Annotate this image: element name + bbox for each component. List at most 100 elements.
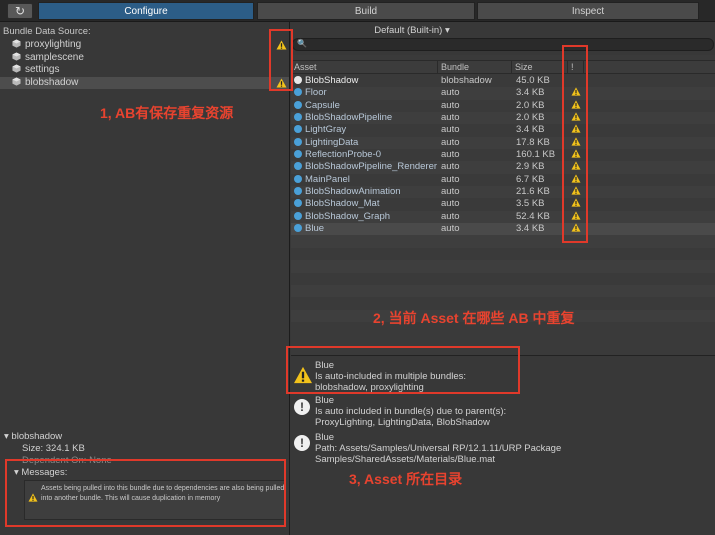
asset-cell: Blue — [294, 223, 438, 235]
info-icon: ! — [294, 399, 310, 415]
asset-type-icon — [294, 113, 302, 122]
bundle-cell: auto — [441, 112, 460, 124]
asset-type-icon — [294, 199, 302, 208]
bundle-name: settings — [25, 64, 60, 75]
bundle-name: proxylighting — [25, 39, 82, 50]
asset-type-icon — [294, 162, 302, 171]
table-row[interactable]: LightGray auto 3.4 KB — [291, 124, 715, 136]
dropdown-arrow-icon: ▾ — [444, 25, 450, 36]
empty-row — [291, 235, 715, 248]
table-row[interactable]: Floor auto 3.4 KB — [291, 87, 715, 100]
table-row[interactable]: Blue auto 3.4 KB — [291, 223, 715, 236]
empty-row — [291, 273, 715, 285]
asset-name: BlobShadowAnimation — [305, 186, 401, 198]
empty-row — [291, 284, 715, 298]
table-row[interactable]: BlobShadow blobshadow 45.0 KB — [291, 75, 715, 87]
message-asset-name: Blue — [315, 395, 335, 406]
asset-name: MainPanel — [305, 173, 350, 185]
table-row[interactable]: LightingData auto 17.8 KB — [291, 136, 715, 150]
bundle-cell: auto — [441, 87, 460, 99]
bundle-name: blobshadow — [25, 76, 79, 88]
bundle-cell: auto — [441, 186, 460, 198]
search-icon: 🔍 — [297, 39, 307, 48]
bundle-cube-icon — [12, 39, 21, 48]
asset-cell: LightGray — [294, 124, 438, 136]
annotation-box-asset-warnings — [562, 45, 588, 243]
tab-build[interactable]: Build — [257, 2, 475, 20]
tab-configure[interactable]: Configure — [38, 2, 254, 20]
message-asset-name: Blue — [315, 432, 335, 443]
empty-row — [291, 248, 715, 260]
message-path-line2: Samples/SharedAssets/Materials/Blue.mat — [315, 454, 496, 465]
message-text: Is auto included in bundle(s) due to par… — [315, 406, 507, 417]
search-input[interactable]: 🔍 — [292, 38, 714, 51]
asset-type-icon — [294, 150, 302, 159]
bundle-detail-name: blobshadow — [11, 431, 63, 442]
table-row[interactable]: MainPanel auto 6.7 KB — [291, 174, 715, 186]
table-row[interactable]: BlobShadowAnimation auto 21.6 KB — [291, 186, 715, 199]
asset-name: BlobShadow_Mat — [305, 198, 380, 210]
asset-type-icon — [294, 88, 302, 97]
message-parents-list: ProxyLighting, LightingData, BlobShadow — [315, 417, 490, 428]
bundle-list: proxylighting samplescene settings blobs… — [0, 39, 289, 89]
asset-cell: BlobShadow_Mat — [294, 198, 438, 210]
bundle-cell: auto — [441, 149, 460, 161]
asset-cell: Floor — [294, 87, 438, 99]
asset-name: LightingData — [305, 136, 359, 148]
asset-cell: Capsule — [294, 100, 438, 112]
asset-cell: BlobShadow_Graph — [294, 211, 438, 223]
asset-cell: BlobShadowAnimation — [294, 186, 438, 198]
bundle-cell: auto — [441, 136, 460, 148]
column-header-size[interactable]: Size — [512, 61, 568, 74]
asset-name: Capsule — [305, 99, 340, 111]
asset-pane: Default (Built-in) ▾ 🔍 Asset Bundle Size… — [291, 22, 715, 535]
bundle-size-label: Size: 324.1 KB — [22, 443, 85, 454]
tab-inspect[interactable]: Inspect — [477, 2, 699, 20]
asset-name: Blue — [305, 223, 325, 235]
table-header: Asset Bundle Size ! — [291, 60, 715, 74]
asset-type-icon — [294, 76, 302, 84]
annotation-label-2: 2, 当前 Asset 在哪些 AB 中重复 — [373, 310, 575, 326]
asset-type-icon — [294, 211, 302, 220]
asset-type-icon — [294, 137, 302, 146]
annotation-box-duplicate-message — [286, 346, 520, 394]
refresh-button[interactable]: ↻ — [7, 3, 33, 19]
bundle-item-proxylighting[interactable]: proxylighting — [0, 39, 289, 52]
table-row[interactable]: BlobShadowPipeline_Renderer auto 2.9 KB — [291, 161, 715, 174]
bundle-cell: auto — [441, 99, 460, 111]
bundle-item-blobshadow[interactable]: blobshadow — [0, 76, 289, 89]
asset-type-icon — [294, 100, 302, 109]
table-row[interactable]: BlobShadowPipeline auto 2.0 KB — [291, 112, 715, 125]
asset-type-icon — [294, 174, 302, 183]
bundle-cell: auto — [441, 124, 460, 136]
asset-type-icon — [294, 224, 302, 233]
asset-cell: BlobShadowPipeline — [294, 112, 438, 124]
bundle-cell: blobshadow — [441, 75, 492, 86]
bundle-cube-icon — [12, 64, 21, 73]
toolbar: ↻ Configure Build Inspect — [0, 0, 715, 22]
data-source-dropdown[interactable]: Default (Built-in) ▾ — [371, 25, 453, 36]
column-header-asset[interactable]: Asset — [291, 61, 438, 74]
annotation-box-bundle-warnings — [269, 29, 293, 91]
bundle-item-samplescene[interactable]: samplescene — [0, 52, 289, 65]
info-icon: ! — [294, 435, 310, 451]
asset-name: BlobShadowPipeline — [305, 112, 393, 124]
bundle-cell: auto — [441, 198, 460, 210]
table-row[interactable]: BlobShadow_Graph auto 52.4 KB — [291, 210, 715, 224]
asset-name: ReflectionProbe-0 — [305, 149, 382, 161]
bundle-cell: auto — [441, 210, 460, 222]
table-row[interactable]: Capsule auto 2.0 KB — [291, 100, 715, 112]
bundle-cube-icon — [12, 51, 21, 61]
bundle-detail-title[interactable]: ▾ blobshadow — [4, 431, 62, 442]
bundle-item-settings[interactable]: settings — [0, 64, 289, 77]
asset-name: LightGray — [305, 124, 347, 136]
asset-cell: ReflectionProbe-0 — [294, 149, 438, 161]
table-row[interactable]: BlobShadow_Mat auto 3.5 KB — [291, 198, 715, 210]
asset-name: BlobShadow — [305, 75, 359, 86]
asset-cell: BlobShadowPipeline_Renderer — [294, 161, 438, 173]
asset-name: BlobShadow_Graph — [305, 210, 391, 222]
column-header-bundle[interactable]: Bundle — [438, 61, 512, 74]
asset-name: Floor — [305, 87, 327, 99]
table-row[interactable]: ReflectionProbe-0 auto 160.1 KB — [291, 149, 715, 161]
annotation-box-bundle-message — [5, 459, 286, 527]
